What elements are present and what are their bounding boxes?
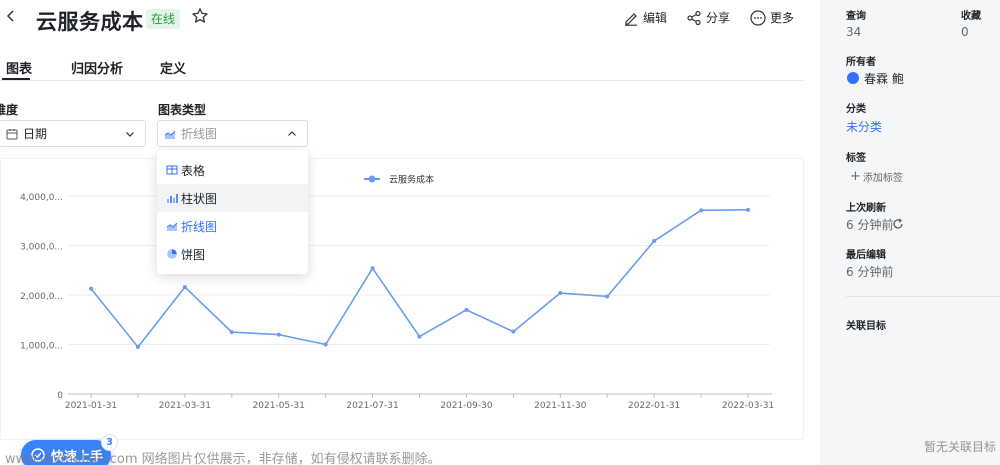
tab-active-indicator	[2, 78, 30, 80]
owner-label: 所有者	[846, 57, 876, 68]
more-button[interactable]: 更多	[750, 9, 794, 26]
more-label: 更多	[770, 11, 795, 25]
table-icon	[166, 165, 178, 175]
option-line-chart-label: 折线图	[181, 219, 218, 234]
x-tick-label: 2021-03-31	[159, 401, 211, 411]
related-goals-label: 关联目标	[846, 321, 886, 332]
data-point	[135, 344, 140, 349]
data-point	[323, 342, 328, 347]
option-table-label: 表格	[181, 163, 206, 178]
refresh-icon[interactable]	[892, 218, 904, 230]
data-point	[89, 286, 93, 291]
x-tick-label: 2022-03-31	[722, 401, 774, 411]
plus-icon: +	[850, 168, 861, 184]
option-pie-chart-label: 饼图	[181, 247, 206, 262]
data-point	[229, 330, 234, 335]
pie-chart-icon	[167, 249, 177, 259]
y-tick-label: 0	[57, 391, 63, 401]
line-chart-icon	[166, 222, 178, 231]
x-tick-label: 2021-05-31	[253, 401, 305, 411]
data-point	[699, 208, 704, 213]
legend-label: 云服务成本	[389, 174, 434, 186]
chevron-up-icon	[288, 131, 296, 136]
data-point	[558, 291, 563, 296]
dimension-value: 日期	[23, 127, 48, 141]
data-point	[370, 266, 375, 271]
tab-chart[interactable]: 图表	[6, 58, 32, 77]
calendar-icon	[6, 128, 18, 139]
favorites-label: 收藏	[961, 11, 981, 22]
share-label: 分享	[706, 11, 731, 25]
share-icon	[687, 10, 701, 25]
add-tag-label: 添加标签	[862, 172, 903, 184]
y-tick-label: 4,000,0...	[20, 193, 63, 203]
more-icon	[750, 9, 766, 26]
option-bar-chart[interactable]: 柱状图	[157, 184, 308, 212]
y-tick-label: 1,000,0...	[20, 342, 63, 352]
back-arrow-icon[interactable]	[6, 9, 22, 27]
views-label: 查询	[846, 11, 866, 22]
tab-definition[interactable]: 定义	[160, 58, 186, 77]
y-tick-label: 3,000,0...	[20, 243, 63, 253]
x-tick-label: 2021-07-31	[346, 401, 398, 411]
panel-divider	[846, 296, 1000, 297]
data-point	[417, 334, 422, 339]
star-favorite-icon[interactable]	[191, 7, 209, 25]
x-tick-label: 2021-09-30	[440, 401, 493, 411]
chart-type-label: 图表类型	[158, 103, 207, 117]
data-point	[746, 207, 750, 212]
data-point	[182, 285, 187, 290]
legend-swatch-dot	[368, 175, 376, 183]
data-point	[605, 294, 610, 299]
chart-type-dropdown: 表格 柱状图 折线图 饼图	[157, 150, 308, 274]
option-bar-chart-label: 柱状图	[181, 191, 218, 206]
option-pie-chart[interactable]: 饼图	[157, 240, 308, 268]
share-button[interactable]: 分享	[686, 9, 730, 26]
watermark-text: www.toymoban.com 网络图片仅供展示，非存储，如有侵权请联系删除。	[5, 452, 441, 465]
no-related-goals-text: 暂无关联目标	[924, 440, 997, 454]
last-edit-label: 最后编辑	[846, 250, 886, 261]
data-point	[276, 332, 281, 337]
last-refresh-label: 上次刷新	[846, 203, 886, 214]
data-point	[652, 239, 657, 244]
x-tick-label: 2021-01-31	[65, 401, 117, 411]
chart-type-select[interactable]: 折线图	[157, 120, 308, 147]
last-refresh-value: 6 分钟前	[846, 218, 894, 232]
data-point	[511, 329, 516, 334]
dimension-select[interactable]: 日期	[0, 120, 146, 147]
page-title: 云服务成本	[36, 10, 144, 34]
chevron-down-icon	[126, 132, 134, 137]
status-badge: 在线	[146, 9, 181, 29]
edit-label: 编辑	[643, 11, 668, 25]
x-tick-label: 2022-01-31	[628, 401, 680, 411]
y-tick-label: 2,000,0...	[20, 292, 63, 302]
chart-type-value: 折线图	[181, 127, 218, 141]
tab-attribution-analysis[interactable]: 归因分析	[71, 58, 123, 77]
dimension-label: 维度	[0, 103, 19, 117]
tab-divider	[0, 80, 804, 81]
last-edit-value: 6 分钟前	[846, 265, 894, 279]
data-point	[464, 307, 469, 312]
tags-label: 标签	[846, 153, 866, 164]
avatar	[847, 72, 859, 84]
add-tag-button[interactable]: + 添加标签	[846, 167, 907, 185]
line-chart-icon	[164, 130, 176, 139]
views-count: 34	[846, 25, 862, 39]
owner-name[interactable]: 春霖 鲍	[864, 70, 904, 87]
bar-chart-icon	[167, 194, 178, 203]
favorites-count: 0	[961, 25, 969, 39]
line-chart: 0 1,000,0... 2,000,0... 3,000,0... 4,000,0..…	[20, 174, 774, 412]
category-link[interactable]: 未分类	[846, 118, 882, 135]
option-line-chart[interactable]: 折线图	[157, 212, 308, 240]
info-panel: 查询 收藏 34 0 所有者 春霖 鲍 分类 未分类 标签 + 添加标签 上次刷…	[820, 0, 1000, 465]
pen-icon	[625, 12, 637, 26]
option-table[interactable]: 表格	[157, 156, 308, 184]
category-label: 分类	[846, 104, 866, 115]
x-tick-label: 2021-11-30	[534, 401, 587, 411]
edit-button[interactable]: 编辑	[623, 9, 667, 26]
